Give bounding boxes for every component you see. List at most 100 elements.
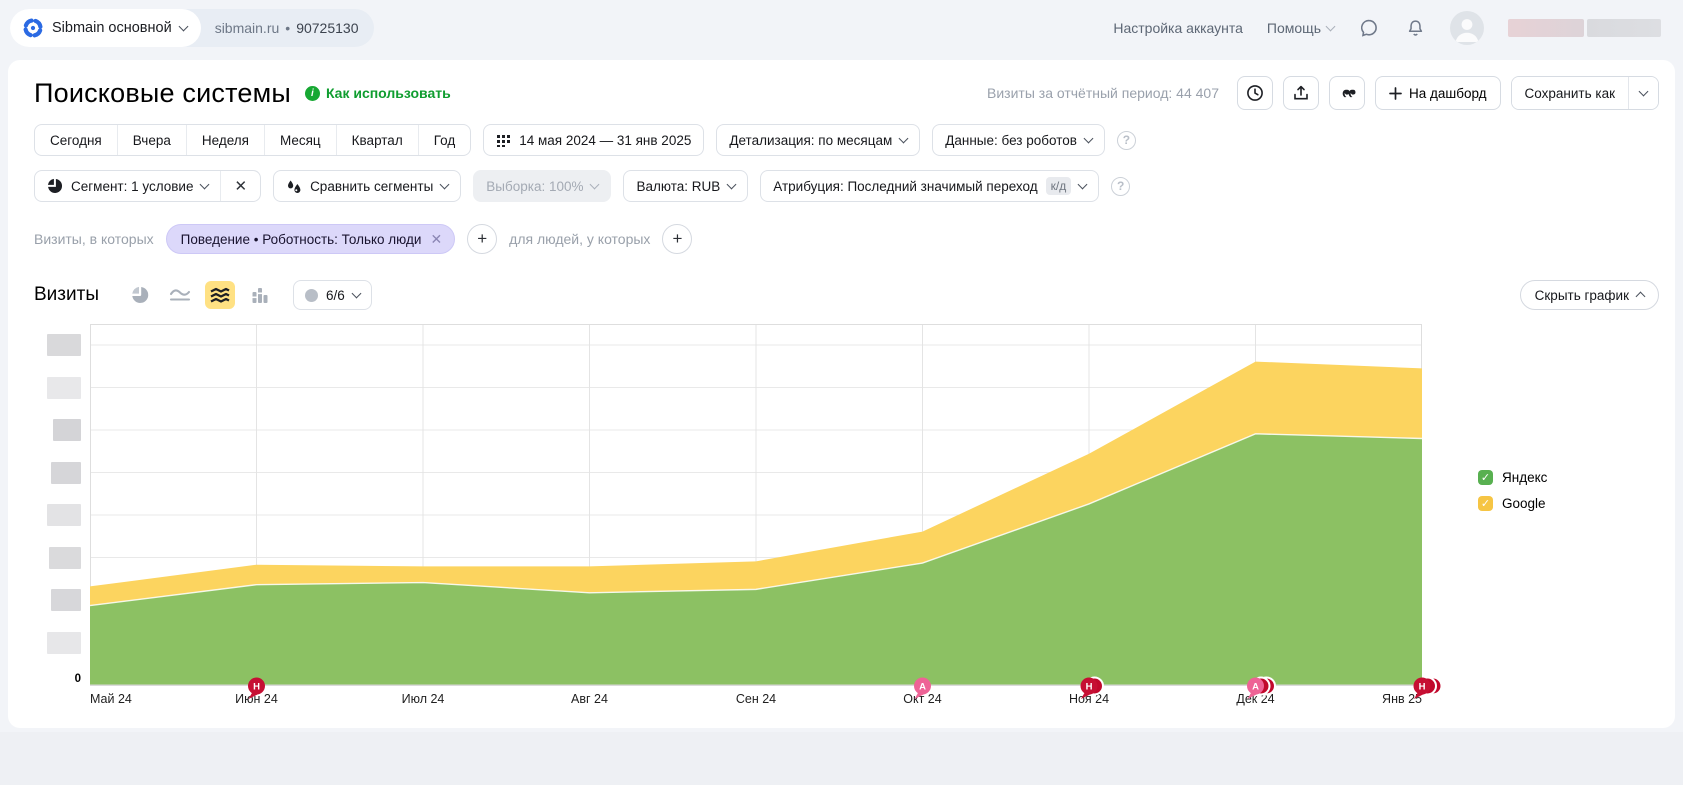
comments-icon	[1338, 84, 1356, 102]
detalization-value: Детализация: по месяцам	[729, 133, 892, 148]
attribution-value: Атрибуция: Последний значимый переход	[773, 179, 1037, 194]
comments-button[interactable]	[1329, 76, 1365, 110]
pie-chart-icon	[130, 285, 150, 305]
topbar-right: Настройка аккаунта Помощь	[1113, 11, 1661, 45]
schedule-button[interactable]	[1237, 76, 1273, 110]
segment-chip-label: Поведение • Роботность: Только люди	[181, 232, 422, 247]
counter-switcher[interactable]: Sibmain основной	[10, 9, 201, 47]
how-to-use-link[interactable]: i Как использовать	[305, 85, 451, 101]
feedback-chat-button[interactable]	[1358, 17, 1380, 39]
line-chart-icon	[169, 285, 191, 305]
question-icon[interactable]: ?	[1117, 131, 1136, 150]
visits-summary-value: 44 407	[1176, 85, 1219, 101]
add-visit-condition-button[interactable]: +	[467, 224, 497, 254]
compare-segments-dropdown[interactable]: Сравнить сегменты	[273, 170, 461, 202]
hide-chart-label: Скрыть график	[1535, 288, 1629, 303]
hide-chart-button[interactable]: Скрыть график	[1520, 280, 1659, 310]
segment-button-group: Сегмент: 1 условие ✕	[34, 170, 261, 202]
series-selector-dropdown[interactable]: 6/6	[293, 280, 372, 310]
y-axis-redacted-value	[51, 462, 81, 484]
chart-area: 0 Май 24Июн 24Июл 24Авг 24Сен 24Окт 24Но…	[8, 310, 1675, 710]
segment-chip[interactable]: Поведение • Роботность: Только люди ✕	[166, 224, 456, 254]
date-range-button[interactable]: 14 мая 2024 — 31 янв 2025	[483, 124, 704, 156]
export-button[interactable]	[1283, 76, 1319, 110]
save-as-button[interactable]: Сохранить как	[1512, 77, 1628, 109]
line-chart-type-button[interactable]	[165, 281, 195, 309]
y-axis-redacted-labels: 0	[34, 322, 90, 710]
y-axis-redacted-value	[47, 334, 81, 356]
attribution-dropdown[interactable]: Атрибуция: Последний значимый переход к/…	[760, 170, 1099, 202]
segment-clear-button[interactable]: ✕	[220, 171, 260, 201]
visits-summary-label: Визиты за отчётный период:	[987, 85, 1172, 101]
currency-dropdown[interactable]: Валюта: RUB	[623, 170, 748, 202]
currency-value: Валюта: RUB	[636, 179, 720, 194]
legend-label: Яндекс	[1502, 470, 1547, 485]
legend-label: Google	[1502, 496, 1546, 511]
data-mode-dropdown[interactable]: Данные: без роботов	[932, 124, 1105, 156]
export-icon	[1292, 84, 1310, 102]
period-tab-1[interactable]: Вчера	[117, 125, 186, 155]
counter-meta: sibmain.ru • 90725130	[201, 20, 359, 36]
legend-checkbox[interactable]: ✓	[1478, 470, 1493, 485]
period-tab-4[interactable]: Квартал	[336, 125, 418, 155]
period-tab-5[interactable]: Год	[418, 125, 471, 155]
counter-pill: Sibmain основной sibmain.ru • 90725130	[10, 9, 374, 47]
chip-close-icon[interactable]: ✕	[430, 231, 442, 248]
period-row: СегодняВчераНеделяМесяцКварталГод 14 мая…	[8, 114, 1675, 156]
chevron-down-icon	[200, 180, 210, 190]
pie-chart-type-button[interactable]	[125, 281, 155, 309]
x-axis-label: Авг 24	[571, 692, 608, 706]
x-axis-label: Янв 25	[1382, 692, 1422, 706]
plus-icon	[1389, 87, 1402, 100]
segment-controls-row: Сегмент: 1 условие ✕ Сравнить сегменты В…	[8, 156, 1675, 202]
svg-text:Н: Н	[253, 682, 260, 693]
chevron-down-icon	[1326, 22, 1336, 32]
notifications-button[interactable]	[1404, 17, 1426, 39]
question-icon[interactable]: ?	[1111, 177, 1130, 196]
help-menu[interactable]: Помощь	[1267, 20, 1334, 36]
y-axis-redacted-value	[49, 547, 81, 569]
save-as-menu-button[interactable]	[1628, 77, 1658, 109]
area-chart-icon	[209, 285, 231, 305]
period-tab-group: СегодняВчераНеделяМесяцКварталГод	[34, 124, 471, 156]
chevron-down-icon	[178, 22, 188, 32]
legend-item-яндекс[interactable]: ✓ Яндекс	[1478, 470, 1547, 485]
svg-text:А: А	[919, 682, 926, 693]
separator-dot: •	[285, 20, 290, 36]
date-range-value: 14 мая 2024 — 31 янв 2025	[519, 133, 691, 148]
chevron-down-icon	[590, 180, 600, 190]
area-chart-type-button[interactable]	[205, 281, 235, 309]
y-axis-redacted-value	[51, 589, 81, 611]
x-axis-label: Июл 24	[402, 692, 445, 706]
bar-chart-type-button[interactable]	[245, 281, 275, 309]
attribution-badge: к/д	[1046, 177, 1072, 195]
info-icon: i	[305, 86, 320, 101]
save-as-split-button: Сохранить как	[1511, 76, 1659, 110]
add-people-condition-button[interactable]: +	[662, 224, 692, 254]
clock-icon	[1246, 84, 1264, 102]
period-tab-2[interactable]: Неделя	[186, 125, 264, 155]
legend-item-google[interactable]: ✓ Google	[1478, 496, 1547, 511]
period-tab-0[interactable]: Сегодня	[35, 125, 117, 155]
segment-value: Сегмент: 1 условие	[71, 179, 193, 194]
chevron-down-icon	[440, 180, 450, 190]
avatar[interactable]	[1450, 11, 1484, 45]
period-tab-3[interactable]: Месяц	[264, 125, 336, 155]
chart-controls: Визиты	[8, 254, 1675, 310]
calendar-grid-icon	[496, 133, 511, 148]
chevron-down-icon	[1083, 134, 1093, 144]
segment-conditions-row: Визиты, в которых Поведение • Роботность…	[8, 202, 1675, 254]
chevron-down-icon	[351, 289, 361, 299]
to-dashboard-button[interactable]: На дашборд	[1375, 76, 1501, 110]
help-label: Помощь	[1267, 20, 1321, 36]
segment-dropdown[interactable]: Сегмент: 1 условие	[35, 171, 220, 201]
visits-summary: Визиты за отчётный период: 44 407	[987, 85, 1219, 101]
topbar: Sibmain основной sibmain.ru • 90725130 Н…	[0, 0, 1683, 56]
visits-area-chart[interactable]: Май 24Июн 24Июл 24Авг 24Сен 24Окт 24Ноя …	[90, 322, 1422, 710]
svg-text:Н: Н	[1086, 682, 1093, 693]
x-axis-label: Сен 24	[736, 692, 776, 706]
detalization-dropdown[interactable]: Детализация: по месяцам	[716, 124, 920, 156]
account-settings-link[interactable]: Настройка аккаунта	[1113, 20, 1243, 36]
legend-checkbox[interactable]: ✓	[1478, 496, 1493, 511]
page-title: Поисковые системы	[34, 78, 291, 109]
